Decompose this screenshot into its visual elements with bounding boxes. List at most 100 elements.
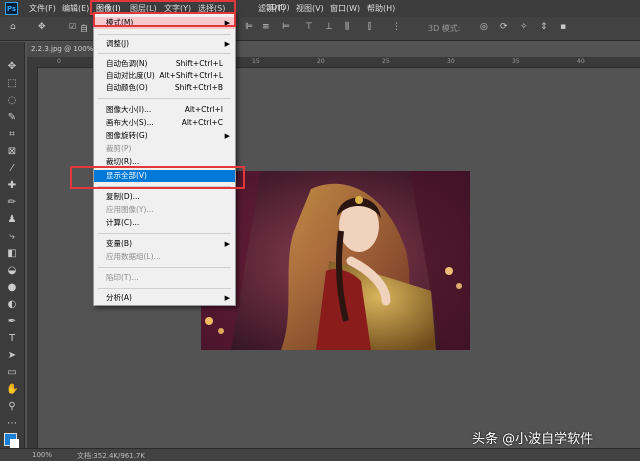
menu-item-shortcut: Alt+Ctrl+C (181, 118, 223, 127)
menu-item-label: 分析(A) (106, 293, 132, 302)
quick-select-tool-icon[interactable]: ✎ (6, 112, 18, 124)
document-tab[interactable]: 2.2.3.jpg @ 100% (27, 42, 102, 57)
menu-item-auto-color[interactable]: 自动颜色(O) Shift+Ctrl+B (94, 82, 235, 94)
image-menu-dropdown: 模式(M) ▶ 调整(J) ▶ 自动色调(N) Shift+Ctrl+L 自动对… (93, 12, 236, 306)
menu-item-auto-contrast[interactable]: 自动对比度(U) Alt+Shift+Ctrl+L (94, 70, 235, 82)
eyedropper-tool-icon[interactable]: ⁄ (6, 163, 18, 175)
align-top-icon[interactable]: ⊤ (305, 22, 313, 32)
menu-item-label: 陷印(T)... (106, 273, 139, 282)
align-middle-icon[interactable]: ⊥ (325, 22, 333, 32)
menu-item-image-rotation[interactable]: 图像旋转(G) ▶ (94, 130, 235, 142)
marquee-tool-icon[interactable]: ⬚ (6, 78, 18, 90)
align-left-icon[interactable]: ⊫ (245, 22, 253, 32)
menu-item-analysis[interactable]: 分析(A) ▶ (94, 292, 235, 304)
3d-mode-label: 3D 模式: (428, 24, 461, 33)
canvas-image[interactable] (201, 171, 470, 350)
move-tool-icon[interactable]: ✥ (6, 61, 18, 73)
menu-item-duplicate[interactable]: 复制(D)... (94, 191, 235, 203)
move-tool-icon[interactable]: ✥ (38, 22, 46, 32)
menu-view[interactable]: 视图(V) (296, 3, 324, 14)
menu-edit[interactable]: 编辑(E) (62, 3, 89, 14)
ruler-tick: 40 (577, 58, 585, 65)
distribute-h-icon[interactable]: ⋮ (392, 22, 401, 32)
menu-item-canvas-size[interactable]: 画布大小(S)... Alt+Ctrl+C (94, 117, 235, 129)
menu-file[interactable]: 文件(F) (29, 3, 56, 14)
hand-tool-icon[interactable]: ✋ (6, 384, 18, 396)
menu-item-shortcut: Shift+Ctrl+B (174, 83, 223, 92)
3d-scale-icon[interactable]: ▪ (560, 22, 566, 32)
submenu-arrow-icon: ▶ (224, 40, 230, 48)
submenu-arrow-icon: ▶ (224, 294, 230, 302)
menu-item-label: 图像大小(I)... (106, 105, 152, 114)
watermark: 头条 @小波自学软件 (472, 432, 594, 447)
menu-item-trap: 陷印(T)... (94, 272, 235, 284)
menu-item-calculations[interactable]: 计算(C)... (94, 217, 235, 229)
ruler-tick: 20 (317, 58, 325, 65)
brush-tool-icon[interactable]: ✏ (6, 197, 18, 209)
rectangle-tool-icon[interactable]: ▭ (6, 367, 18, 379)
menu-window[interactable]: 窗口(W) (330, 3, 360, 14)
menu-item-label: 应用图像(Y)... (106, 205, 154, 214)
document-info[interactable]: 文档:352.4K/961.7K (77, 451, 145, 461)
menu-item-label: 自动色调(N) (106, 59, 148, 68)
menu-item-label: 变量(B) (106, 239, 132, 248)
home-icon[interactable]: ⌂ (10, 22, 16, 32)
distribute-v-icon[interactable]: ⫿ (368, 22, 371, 32)
submenu-arrow-icon: ▶ (224, 132, 230, 140)
distribute-icon[interactable]: ⫼ (345, 22, 349, 32)
paint-bucket-tool-icon[interactable]: ◒ (6, 265, 18, 277)
menu-help[interactable]: 帮助(H) (367, 3, 395, 14)
menu-item-auto-tone[interactable]: 自动色调(N) Shift+Ctrl+L (94, 58, 235, 70)
history-brush-tool-icon[interactable]: ⤷ (6, 231, 18, 243)
menu-item-shortcut: Shift+Ctrl+L (175, 59, 223, 68)
zoom-level[interactable]: 100% (32, 451, 52, 459)
type-tool-icon[interactable]: T (6, 333, 18, 345)
background-color-swatch[interactable] (10, 439, 19, 448)
blur-tool-icon[interactable]: ● (6, 282, 18, 294)
frame-tool-icon[interactable]: ⊠ (6, 146, 18, 158)
crop-tool-icon[interactable]: ⌗ (6, 129, 18, 141)
3d-roll-icon[interactable]: ⟳ (500, 22, 508, 32)
3d-orbit-icon[interactable]: ◎ (480, 22, 488, 32)
menu-separator (98, 34, 231, 35)
auto-select-checkbox[interactable]: ☑ (69, 22, 76, 31)
menu-item-label: 自动颜色(O) (106, 83, 148, 92)
photoshop-logo-icon: Ps (5, 2, 18, 15)
more-tools-icon[interactable]: ⋯ (6, 418, 18, 430)
menu-item-label: 画布大小(S)... (106, 118, 154, 127)
menu-item-label: 复制(D)... (106, 192, 140, 201)
eraser-tool-icon[interactable]: ◧ (6, 248, 18, 260)
lasso-tool-icon[interactable]: ◌ (6, 95, 18, 107)
menu-3d[interactable]: 3D(D) (266, 3, 290, 12)
menu-item-label: 自动对比度(U) (106, 71, 155, 80)
submenu-arrow-icon: ▶ (224, 240, 230, 248)
3d-slide-icon[interactable]: ⇕ (540, 22, 548, 32)
menu-item-adjustments[interactable]: 调整(J) ▶ (94, 38, 235, 50)
menu-item-shortcut: Alt+Shift+Ctrl+L (159, 71, 223, 80)
menu-item-apply-data-set: 应用数据组(L)... (94, 251, 235, 263)
tool-panel: ✥ ⬚ ◌ ✎ ⌗ ⊠ ⁄ ✚ ✏ ♟ ⤷ ◧ ◒ ● ◐ ✒ T ➤ ▭ ✋ … (0, 42, 25, 448)
menu-item-shortcut: Alt+Ctrl+I (184, 105, 223, 114)
align-center-icon[interactable]: ≡ (262, 22, 270, 32)
ruler-tick: 35 (512, 58, 520, 65)
ruler-tick: 0 (57, 58, 61, 65)
menu-item-label: 裁切(R)... (106, 157, 140, 166)
menu-item-variables[interactable]: 变量(B) ▶ (94, 238, 235, 250)
menu-separator (98, 267, 231, 268)
menu-separator (98, 98, 231, 99)
menu-item-label: 应用数据组(L)... (106, 252, 161, 261)
healing-brush-tool-icon[interactable]: ✚ (6, 180, 18, 192)
path-select-tool-icon[interactable]: ➤ (6, 350, 18, 362)
reveal-all-highlight-box (70, 166, 245, 189)
menu-item-label: 图像旋转(G) (106, 131, 148, 140)
menu-item-image-size[interactable]: 图像大小(I)... Alt+Ctrl+I (94, 104, 235, 116)
align-right-icon[interactable]: ⊨ (282, 22, 290, 32)
ruler-tick: 15 (252, 58, 260, 65)
clone-stamp-tool-icon[interactable]: ♟ (6, 214, 18, 226)
pen-tool-icon[interactable]: ✒ (6, 316, 18, 328)
menu-item-crop: 裁剪(P) (94, 143, 235, 155)
zoom-tool-icon[interactable]: ⚲ (6, 401, 18, 413)
menu-separator (98, 288, 231, 289)
dodge-tool-icon[interactable]: ◐ (6, 299, 18, 311)
3d-drag-icon[interactable]: ✧ (520, 22, 528, 32)
